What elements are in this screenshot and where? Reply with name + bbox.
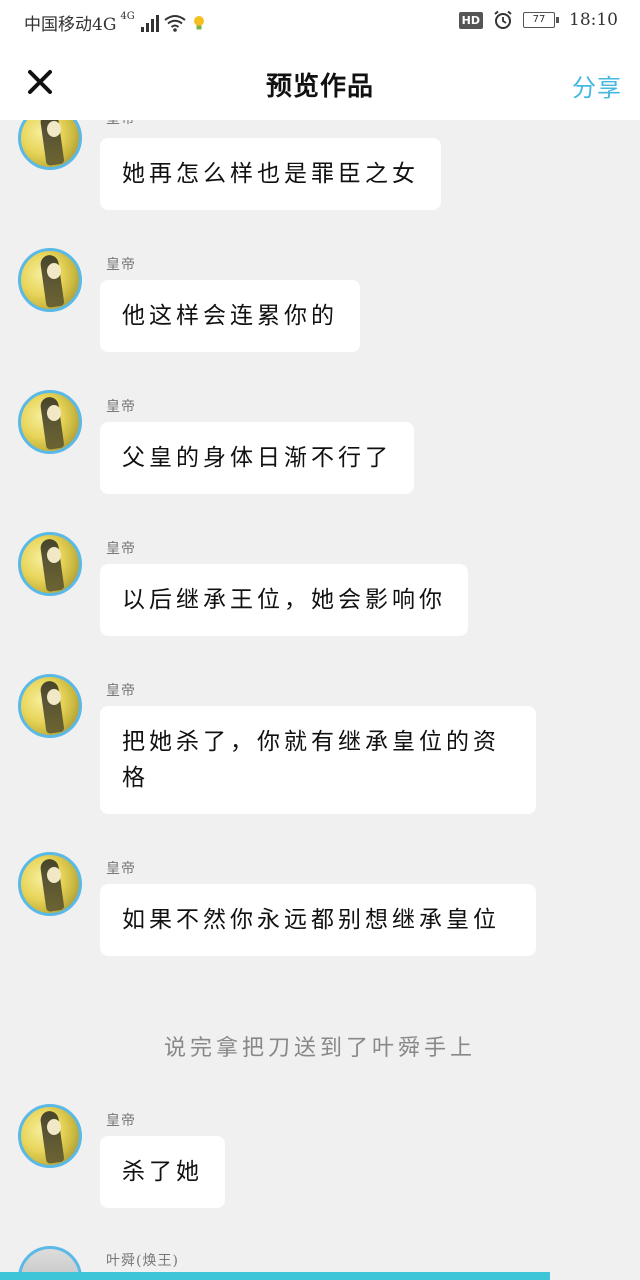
sender-name: 皇帝 [106,541,136,557]
message-bubble: 父皇的身体日渐不行了 [100,422,414,494]
message-bubble: 把她杀了，你就有继承皇位的资格 [100,706,536,814]
clock-time: 18:10 [569,10,618,30]
carrier-label: 中国移动4G [24,15,117,35]
avatar[interactable] [18,120,82,170]
lightbulb-icon [193,15,204,29]
message-bubble: 她再怎么样也是罪臣之女 [100,138,441,210]
top-app-bar: 预览作品 分享 [0,44,640,120]
sender-name: 皇帝 [106,120,136,128]
signal-icon [140,14,159,32]
wifi-icon [164,14,186,32]
share-button[interactable]: 分享 [572,68,622,103]
message-bubble: 他这样会连累你的 [100,280,360,352]
avatar[interactable] [18,1104,82,1168]
page-title: 预览作品 [265,72,374,102]
status-right: HD 77 18:10 [458,10,618,30]
network-type-label: 4G [120,11,135,22]
status-bar: 中国移动4G 4G HD 77 18:10 [0,0,640,44]
message-bubble: 如果不然你永远都别想继承皇位 [100,884,536,956]
sender-name: 皇帝 [106,861,136,877]
message-bubble: 杀了她 [100,1136,225,1208]
avatar[interactable] [18,390,82,454]
narration-text: 说完拿把刀送到了叶舜手上 [163,1036,476,1061]
chat-preview-screen: 中国移动4G 4G HD 77 18:10 预览作品 分享 她再怎么样也是罪臣之… [0,0,640,1280]
avatar[interactable] [18,532,82,596]
sender-name: 皇帝 [106,399,136,415]
sender-name: 皇帝 [106,1113,136,1129]
chat-list: 皇帝 她再怎么样也是罪臣之女 皇帝 他这样会连累你的 皇帝 父皇的身体日渐不行了… [0,120,640,1280]
sender-name: 叶舜(焕王) [106,1253,179,1269]
avatar[interactable] [18,852,82,916]
avatar[interactable] [18,248,82,312]
sender-name: 皇帝 [106,257,136,273]
message-bubble: 以后继承王位，她会影响你 [100,564,468,636]
progress-bar [0,1272,550,1280]
hd-badge: HD [458,11,483,29]
avatar[interactable] [18,674,82,738]
battery-icon: 77 [523,12,559,28]
alarm-clock-icon [494,10,512,29]
sender-name: 皇帝 [106,683,136,699]
status-left: 中国移动4G 4G [24,10,207,35]
